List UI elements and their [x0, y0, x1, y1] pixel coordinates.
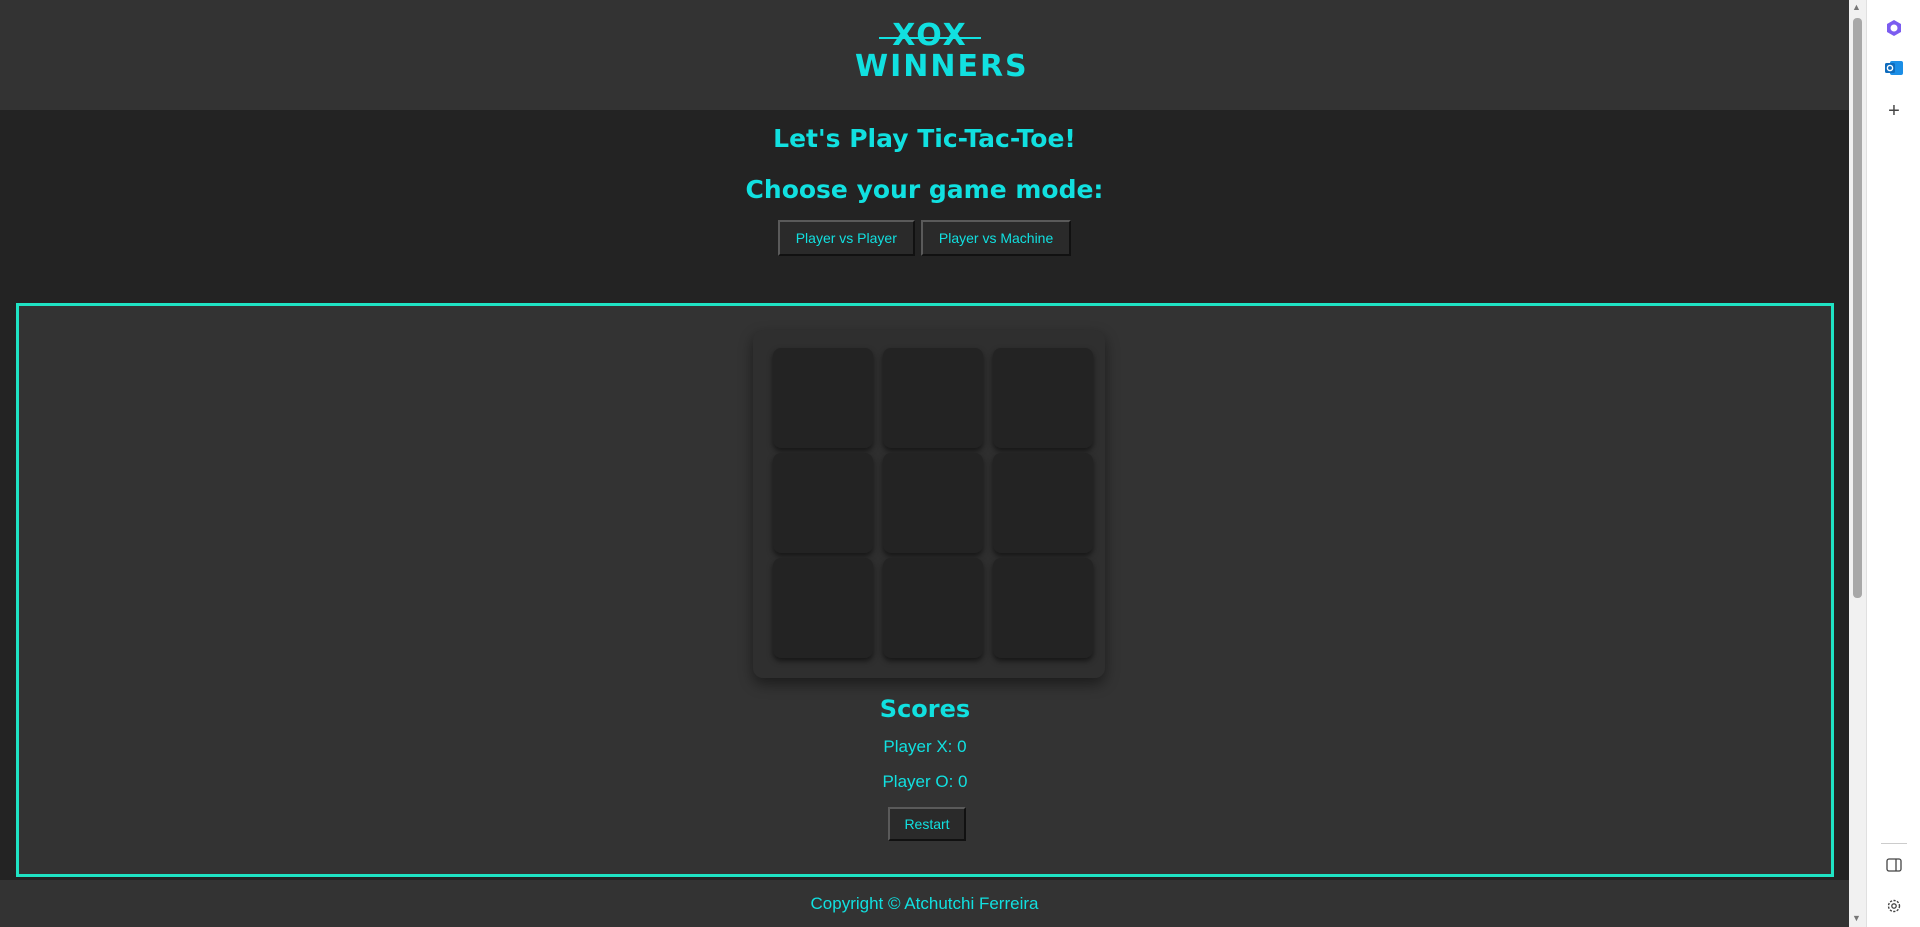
- game-board: [753, 330, 1105, 678]
- game-mode-prompt: Choose your game mode:: [745, 175, 1104, 204]
- mode-button-group: Player vs Player Player vs Machine: [0, 220, 1849, 256]
- board-cell[interactable]: [883, 558, 983, 658]
- board-cell[interactable]: [993, 558, 1093, 658]
- xox-winners-logo: XOX WINNERS: [855, 20, 1029, 84]
- restart-button[interactable]: Restart: [888, 807, 966, 841]
- game-panel: Scores Player X: 0 Player O: 0 Restart: [16, 303, 1834, 877]
- player-x-score: Player X: 0: [883, 737, 967, 756]
- logo-bottom-text: WINNERS: [855, 49, 1029, 84]
- copilot-icon[interactable]: [1880, 14, 1908, 42]
- site-header: XOX WINNERS: [0, 0, 1849, 110]
- player-vs-player-button[interactable]: Player vs Player: [777, 220, 915, 256]
- logo-top-text: XOX: [855, 20, 1005, 52]
- browser-sidebar: +: [1866, 0, 1920, 927]
- add-icon[interactable]: +: [1880, 97, 1908, 125]
- board-cell[interactable]: [883, 348, 983, 448]
- settings-icon[interactable]: [1880, 892, 1908, 920]
- board-cell[interactable]: [773, 453, 873, 553]
- footer-copyright: Copyright © Atchutchi Ferreira: [0, 880, 1849, 927]
- board-cell[interactable]: [993, 453, 1093, 553]
- board-cell[interactable]: [773, 348, 873, 448]
- scroll-thumb[interactable]: [1853, 18, 1862, 598]
- board-cell[interactable]: [883, 453, 983, 553]
- outlook-icon[interactable]: [1880, 54, 1908, 82]
- split-screen-icon[interactable]: [1880, 851, 1908, 879]
- scores-heading: Scores: [879, 695, 971, 723]
- page-scrollbar[interactable]: ▲ ▼: [1849, 0, 1866, 927]
- sidebar-divider: [1881, 843, 1907, 844]
- scroll-down-icon[interactable]: ▼: [1852, 913, 1861, 923]
- page-title: Let's Play Tic-Tac-Toe!: [773, 124, 1076, 153]
- board-cell[interactable]: [993, 348, 1093, 448]
- player-o-score: Player O: 0: [882, 772, 968, 791]
- scroll-up-icon[interactable]: ▲: [1852, 2, 1861, 12]
- player-vs-machine-button[interactable]: Player vs Machine: [920, 220, 1072, 256]
- board-cell[interactable]: [773, 558, 873, 658]
